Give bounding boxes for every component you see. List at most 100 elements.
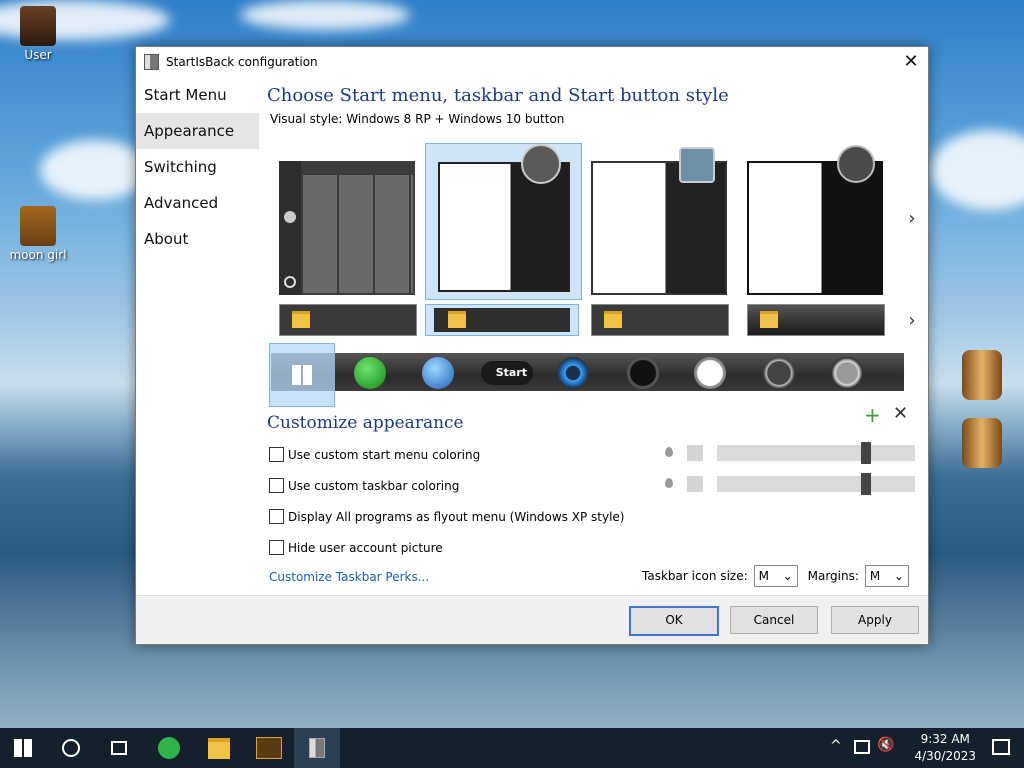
next-arrow-icon[interactable]: › xyxy=(895,363,909,384)
taskbar-color-slider[interactable] xyxy=(665,473,915,495)
option-label: Use custom start menu coloring xyxy=(288,447,481,462)
slider-thumb[interactable] xyxy=(861,473,871,495)
content-pane: Choose Start menu, taskbar and Start but… xyxy=(267,77,923,126)
add-icon[interactable]: + xyxy=(864,403,881,427)
slider-track[interactable] xyxy=(717,476,915,492)
sidebar-item-appearance[interactable]: Appearance xyxy=(136,113,259,149)
start-style-win8-selected[interactable] xyxy=(425,143,582,300)
remove-icon[interactable]: ✕ xyxy=(893,403,908,424)
checkbox[interactable] xyxy=(269,540,284,555)
archive-icon xyxy=(20,206,56,246)
blue-ring-orb-icon[interactable] xyxy=(557,357,589,389)
clock-date: 4/30/2023 xyxy=(914,749,976,763)
task-view-button[interactable] xyxy=(96,728,142,768)
size-controls: Taskbar icon size: M ⌄ Margins: M ⌄ xyxy=(642,565,909,587)
dialog-footer: OK Cancel Apply xyxy=(136,595,928,644)
checkbox[interactable] xyxy=(269,478,284,493)
taskbar-style-1[interactable] xyxy=(279,304,417,336)
select-value: M xyxy=(758,569,769,583)
margins-select[interactable]: M ⌄ xyxy=(864,565,909,587)
next-arrow-icon[interactable]: › xyxy=(905,208,919,229)
desktop-icon-label: moon girl xyxy=(9,248,67,262)
color-swatch[interactable] xyxy=(687,445,703,461)
ok-button[interactable]: OK xyxy=(629,606,719,636)
network-icon[interactable] xyxy=(854,740,870,754)
windows-logo-icon xyxy=(14,739,32,757)
taskbar-style-3[interactable] xyxy=(591,304,729,336)
next-arrow-icon[interactable]: › xyxy=(905,310,919,331)
taskbar-style-gallery: › xyxy=(279,304,919,340)
sidebar-item-about[interactable]: About xyxy=(136,221,259,257)
clock-time: 9:32 AM xyxy=(920,732,970,746)
color-drop-icon xyxy=(665,447,673,457)
search-button[interactable] xyxy=(48,728,94,768)
option-hide-user-picture[interactable]: Hide user account picture xyxy=(269,540,443,555)
clover-orb-icon[interactable] xyxy=(354,357,386,389)
checkbox[interactable] xyxy=(269,509,284,524)
xp-start-button[interactable]: Start xyxy=(481,361,533,385)
taskbar-app-startisback[interactable] xyxy=(294,728,340,768)
startisback-config-window: StartIsBack configuration ✕ Start Menu A… xyxy=(135,46,929,645)
power-orb-icon[interactable] xyxy=(627,357,659,389)
slider-thumb[interactable] xyxy=(861,442,871,464)
search-circle-icon xyxy=(62,739,80,757)
icon-size-select[interactable]: M ⌄ xyxy=(753,565,798,587)
tray-chevron-up-icon[interactable]: ^ xyxy=(830,738,842,754)
win10-side-icons xyxy=(279,161,301,295)
start-style-win7-dark[interactable] xyxy=(747,145,883,295)
task-view-icon xyxy=(111,741,127,755)
start-label: Start xyxy=(495,366,527,379)
apply-button[interactable]: Apply xyxy=(831,606,919,634)
dark-win-orb-icon[interactable] xyxy=(763,357,795,389)
win10-tile-grid xyxy=(303,175,413,293)
option-custom-start-coloring[interactable]: Use custom start menu coloring xyxy=(269,447,480,462)
start-menu-color-slider[interactable] xyxy=(665,442,915,464)
color-swatch[interactable] xyxy=(687,476,703,492)
taskbar-app-media[interactable] xyxy=(246,728,292,768)
taskbar-app-file-explorer[interactable] xyxy=(196,728,242,768)
icon-size-label: Taskbar icon size: xyxy=(642,569,748,583)
customize-taskbar-perks-link[interactable]: Customize Taskbar Perks... xyxy=(269,570,429,584)
option-label: Use custom taskbar coloring xyxy=(288,478,460,493)
desktop-icon-user[interactable]: User xyxy=(3,6,73,62)
app-icon xyxy=(309,738,325,758)
system-clock[interactable]: 9:32 AM 4/30/2023 xyxy=(914,731,976,765)
customize-heading: Customize appearance xyxy=(267,413,464,433)
slider-track[interactable] xyxy=(717,445,915,461)
app-icon xyxy=(144,54,159,70)
start-button-gallery: Start › xyxy=(269,343,919,407)
color-drop-icon xyxy=(665,478,673,488)
window-title: StartIsBack configuration xyxy=(166,55,318,69)
cancel-button[interactable]: Cancel xyxy=(730,606,818,634)
taskbar-app-notes[interactable] xyxy=(146,728,192,768)
folder-icon xyxy=(292,311,310,328)
sidebar-item-switching[interactable]: Switching xyxy=(136,149,259,185)
taskbar-style-4[interactable] xyxy=(747,304,885,336)
desktop-icon-moon-girl[interactable]: moon girl xyxy=(3,206,73,262)
notifications-icon[interactable] xyxy=(992,739,1010,755)
windows-logo-icon xyxy=(292,365,312,385)
option-custom-taskbar-coloring[interactable]: Use custom taskbar coloring xyxy=(269,478,459,493)
visual-style-label: Visual style: Windows 8 RP + Windows 10 … xyxy=(270,112,565,126)
option-label: Hide user account picture xyxy=(288,540,443,555)
volume-muted-icon[interactable]: 🔇 xyxy=(877,737,894,753)
page-title: Choose Start menu, taskbar and Start but… xyxy=(267,85,729,106)
white-win-orb-icon[interactable] xyxy=(694,357,726,389)
sidebar-item-start-menu[interactable]: Start Menu xyxy=(136,77,259,113)
folder-icon xyxy=(448,311,466,328)
checkbox[interactable] xyxy=(269,447,284,462)
taskbar-style-2-selected[interactable] xyxy=(425,304,579,336)
user-avatar-icon xyxy=(837,145,875,183)
start-button-win10-selected[interactable] xyxy=(269,343,335,407)
desktop-widget-decor xyxy=(962,418,1002,468)
start-style-win10[interactable] xyxy=(279,161,415,295)
close-button[interactable]: ✕ xyxy=(900,51,922,73)
start-style-win7-basic[interactable] xyxy=(591,147,727,295)
sidebar-item-advanced[interactable]: Advanced xyxy=(136,185,259,221)
folder-icon xyxy=(604,311,622,328)
margins-label: Margins: xyxy=(807,569,859,583)
gray-win-orb-icon[interactable] xyxy=(831,357,863,389)
option-flyout-all-programs[interactable]: Display All programs as flyout menu (Win… xyxy=(269,509,624,524)
start-button[interactable] xyxy=(0,728,46,768)
win7-orb-icon[interactable] xyxy=(422,357,454,389)
